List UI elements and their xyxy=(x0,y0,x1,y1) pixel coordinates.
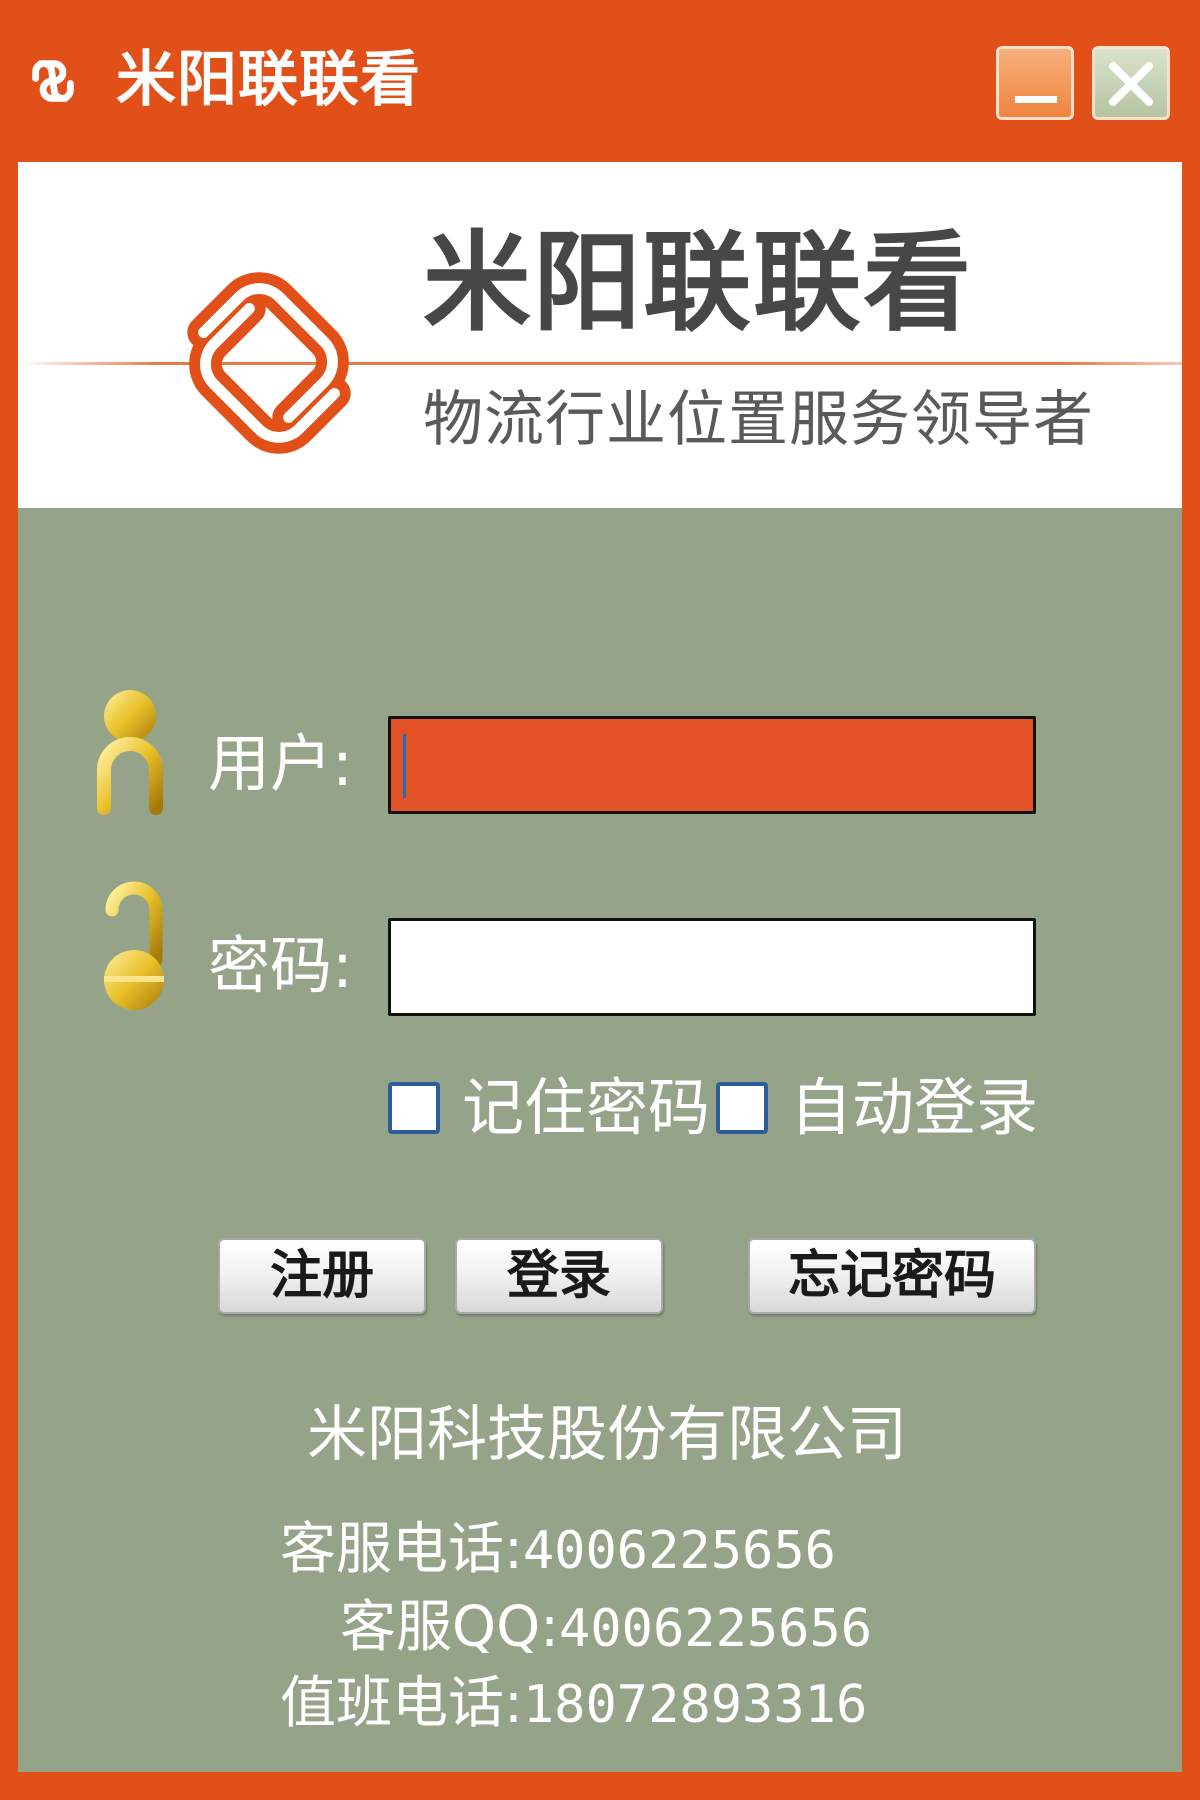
lock-icon xyxy=(104,881,164,1010)
service-qq-line: 客服QQ:4006225656 xyxy=(340,1592,872,1665)
service-phone-value: 4006225656 xyxy=(522,1521,836,1581)
remember-password-label[interactable]: 记住密码 xyxy=(462,1070,710,1146)
remember-password-checkbox[interactable] xyxy=(388,1082,440,1134)
auto-login-checkbox[interactable] xyxy=(716,1082,768,1134)
service-qq-label: 客服QQ: xyxy=(340,1595,560,1660)
service-qq-value: 4006225656 xyxy=(559,1599,873,1659)
login-form: 用户: 密码: 记住密码 自动登录 注册 登录 忘记密码 米阳科技股份有限公司 … xyxy=(18,508,1182,1772)
username-input[interactable] xyxy=(388,716,1036,814)
minimize-icon xyxy=(1015,96,1057,103)
banner-title: 米阳联联看 xyxy=(423,221,974,346)
title-bar[interactable]: 米阳联联看 xyxy=(0,0,1200,160)
forgot-password-button[interactable]: 忘记密码 xyxy=(748,1238,1036,1314)
service-phone-line: 客服电话:4006225656 xyxy=(280,1514,836,1587)
knot-logo-icon xyxy=(187,272,351,454)
auto-login-label[interactable]: 自动登录 xyxy=(790,1070,1038,1146)
duty-phone-value: 18072893316 xyxy=(522,1675,868,1735)
banner-subtitle: 物流行业位置服务领导者 xyxy=(423,385,1094,455)
duty-phone-label: 值班电话: xyxy=(280,1671,523,1736)
service-phone-label: 客服电话: xyxy=(280,1517,523,1582)
user-icon xyxy=(97,690,163,815)
text-cursor xyxy=(403,734,406,798)
register-button[interactable]: 注册 xyxy=(218,1238,426,1314)
window-title: 米阳联联看 xyxy=(116,45,421,115)
close-icon xyxy=(1109,62,1153,106)
username-label: 用户: xyxy=(208,727,353,800)
login-button[interactable]: 登录 xyxy=(455,1238,663,1314)
app-logo-icon xyxy=(32,60,74,102)
banner: 米阳联联看 物流行业位置服务领导者 xyxy=(18,162,1182,508)
company-name: 米阳科技股份有限公司 xyxy=(307,1400,907,1470)
password-input[interactable] xyxy=(388,918,1036,1016)
password-label: 密码: xyxy=(208,929,353,1002)
close-button[interactable] xyxy=(1092,46,1170,120)
duty-phone-line: 值班电话:18072893316 xyxy=(280,1668,867,1741)
minimize-button[interactable] xyxy=(996,46,1074,120)
